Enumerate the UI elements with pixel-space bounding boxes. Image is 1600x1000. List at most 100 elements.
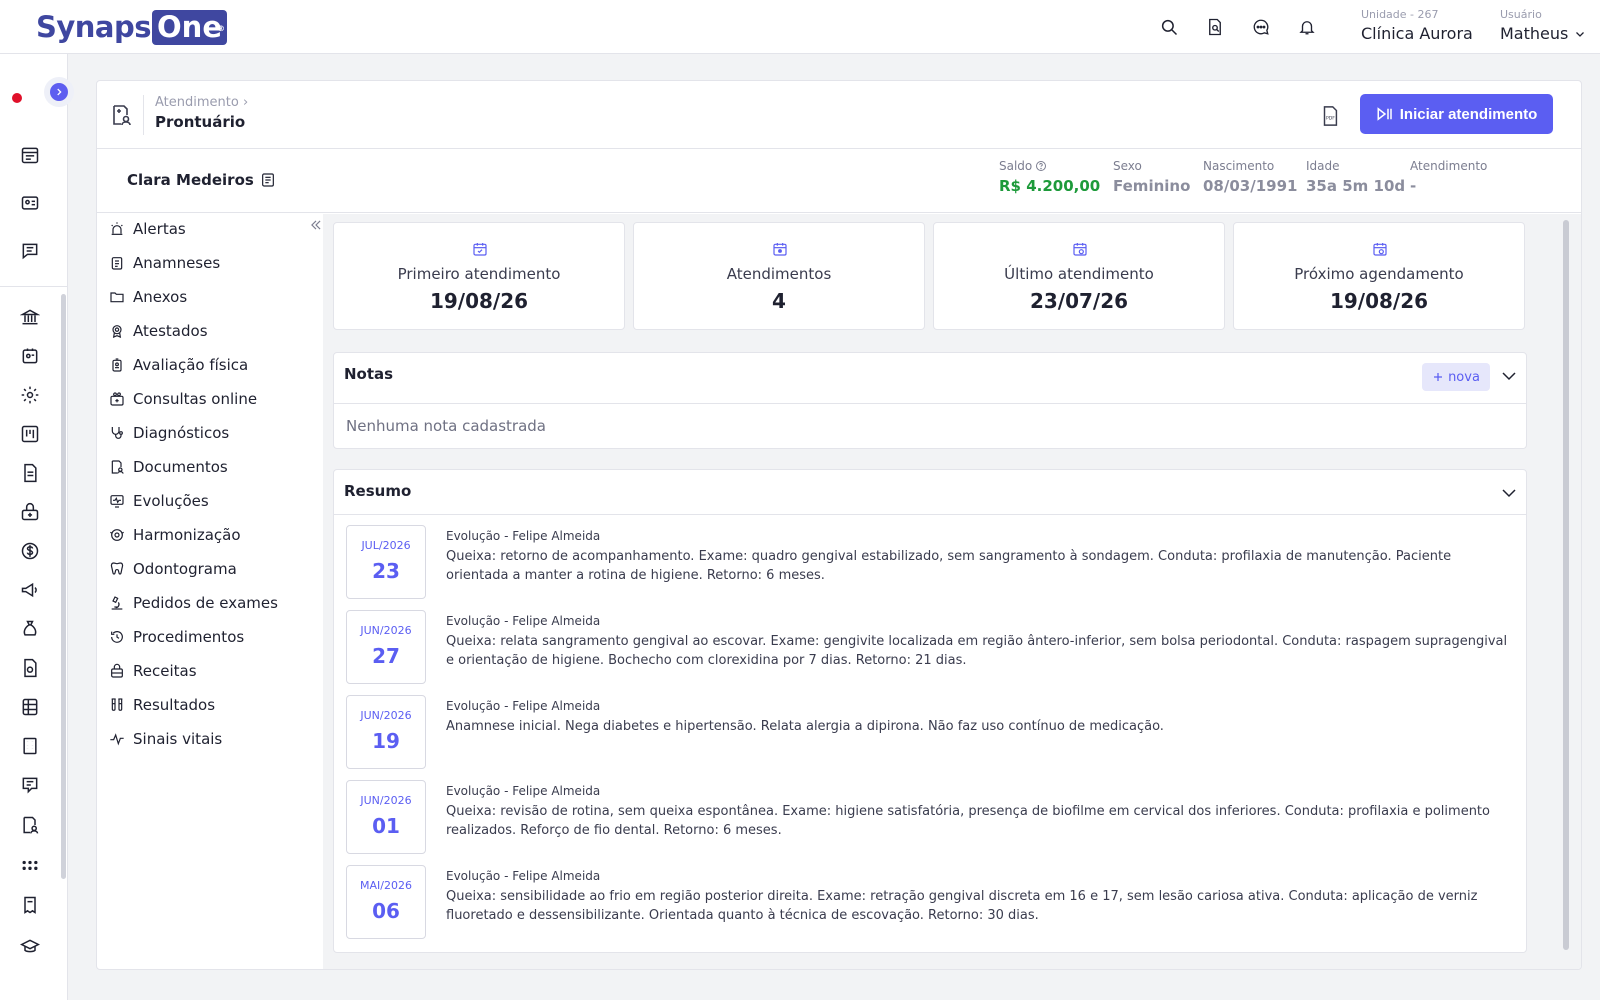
test-tubes-icon [111,698,123,711]
notes-title: Notas [344,365,394,383]
medical-kit-icon[interactable] [19,501,41,523]
top-actions [1158,16,1318,38]
stat-primeiro-atendimento: Primeiro atendimento 19/08/26 [333,222,625,330]
menu-item-label: Alertas [133,220,186,238]
kanban-icon[interactable] [19,423,41,445]
stat-label: Primeiro atendimento [397,265,561,283]
left-rail [0,54,68,1000]
summary-entry[interactable]: JUN/2026 19 Evolução - Felipe Almeida Ana… [346,695,1516,770]
new-note-button[interactable]: nova [1422,363,1490,391]
money-bag-icon[interactable] [19,618,41,640]
summary-entry[interactable]: JUN/2026 01 Evolução - Felipe Almeida Que… [346,780,1516,855]
patient-name[interactable]: Clara Medeiros [127,171,276,189]
entry-text: Queixa: sensibilidade ao frio em região … [446,889,1478,923]
stat-ultimo-atendimento: Último atendimento 23/07/26 [933,222,1225,330]
menu-item-evolucoes[interactable]: Evoluções [109,488,209,514]
calendar-list-icon[interactable] [19,144,41,166]
summary-entry[interactable]: JUN/2026 27 Evolução - Felipe Almeida Que… [346,610,1516,685]
rail-scrollbar[interactable] [61,294,66,879]
face-icon [110,529,124,541]
document-search-icon[interactable] [1204,16,1226,38]
bell-icon[interactable] [1296,16,1318,38]
receipt-icon[interactable] [19,894,41,916]
entry-text: Anamnese inicial. Nega diabetes e hipert… [446,719,1164,734]
menu-item-consultas-online[interactable]: Consultas online [109,386,257,412]
summary-entry[interactable]: MAI/2026 06 Evolução - Felipe Almeida Que… [346,865,1516,940]
menu-item-harmonizacao[interactable]: Harmonização [109,522,241,548]
patient-record-icon[interactable] [19,814,41,836]
content-scrollbar[interactable] [1563,220,1569,950]
menu-item-resultados[interactable]: Resultados [109,692,215,718]
comment-list-icon[interactable] [19,774,41,796]
user-menu[interactable]: Usuário Matheus [1500,8,1586,43]
chevron-right-icon [57,88,62,96]
summary-entry[interactable]: JUL/2026 23 Evolução - Felipe Almeida Que… [346,525,1516,600]
field-label: Sexo [1113,159,1142,173]
chevron-down-icon[interactable] [1500,367,1518,385]
chevron-down-icon[interactable] [1500,484,1518,502]
date-month: JUL/2026 [361,539,411,552]
file-text-icon[interactable] [19,462,41,484]
tooth-icon [110,562,124,575]
field-sexo: Sexo Feminino [1113,159,1190,195]
report-icon[interactable] [19,657,41,679]
menu-item-label: Evoluções [133,492,209,510]
pdf-icon[interactable]: PDF [1319,105,1341,127]
entry-title: Evolução - Felipe Almeida [446,614,601,628]
menu-item-procedimentos[interactable]: Procedimentos [109,624,244,650]
field-label: Saldo [999,159,1033,173]
apps-grid-icon[interactable] [19,854,41,876]
field-value: R$ 4.200,00 [999,177,1101,195]
menu-item-alertas[interactable]: Alertas [109,216,186,242]
dollar-icon[interactable] [19,540,41,562]
gear-icon[interactable] [19,384,41,406]
document-icon [111,460,124,474]
folder-icon [110,292,124,303]
menu-item-label: Consultas online [133,390,258,408]
menu-item-atestados[interactable]: Atestados [109,318,208,344]
breadcrumb[interactable]: Atendimento › [155,95,248,110]
notes-icon[interactable] [260,172,276,188]
menu-item-odontograma[interactable]: Odontograma [109,556,237,582]
menu-item-anexos[interactable]: Anexos [109,284,187,310]
message-icon[interactable] [19,240,41,262]
video-icon [110,392,124,406]
medical-record-icon [113,105,131,126]
breadcrumb-item[interactable]: Atendimento [155,95,239,110]
stat-label: Atendimentos [726,265,832,283]
menu-item-documentos[interactable]: Documentos [109,454,228,480]
date-day: 19 [372,729,400,753]
badge-icon[interactable] [19,345,41,367]
graduation-cap-icon[interactable] [19,936,41,958]
notes-panel: Notas nova Nenhuma nota cadastrada [333,352,1527,449]
menu-item-avaliacao-fisica[interactable]: Avaliação física [109,352,248,378]
search-icon[interactable] [1158,16,1180,38]
help-icon[interactable] [1035,160,1047,172]
alert-dot [12,93,22,103]
collapse-menu-icon[interactable] [309,218,323,232]
date-day: 06 [372,899,400,923]
menu-item-receitas[interactable]: Receitas [109,658,197,684]
alarm-icon [111,222,123,235]
unit-selector[interactable]: Unidade - 267 Clínica Aurora [1361,8,1473,43]
summary-title: Resumo [344,482,412,500]
spreadsheet-icon[interactable] [19,696,41,718]
start-appointment-button[interactable]: Iniciar atendimento [1360,94,1553,134]
expand-sidebar-button[interactable] [50,83,68,101]
megaphone-icon[interactable] [19,579,41,601]
user-value-row[interactable]: Matheus [1500,24,1586,43]
id-card-icon[interactable] [19,192,41,214]
menu-item-pedidos-de-exames[interactable]: Pedidos de exames [109,590,278,616]
field-label: Nascimento [1203,159,1275,173]
menu-item-sinais-vitais[interactable]: Sinais vitais [109,726,222,752]
building-icon[interactable] [19,735,41,757]
menu-item-anamneses[interactable]: Anamneses [109,250,220,276]
logo[interactable]: Synaps One ® [36,9,227,45]
certificate-icon [112,325,122,338]
page-title: Prontuário [155,113,246,131]
menu-item-diagnosticos[interactable]: Diagnósticos [109,420,229,446]
chevron-down-icon [1576,31,1585,37]
bank-icon[interactable] [19,306,41,328]
chat-icon[interactable] [1250,16,1272,38]
menu-item-label: Harmonização [133,526,241,544]
